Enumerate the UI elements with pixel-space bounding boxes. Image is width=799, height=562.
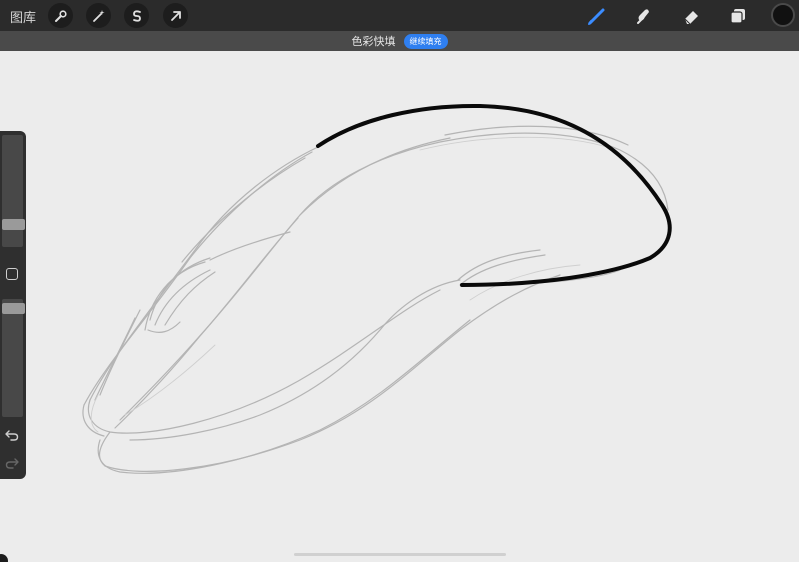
smudge-button[interactable] — [632, 4, 656, 28]
layers-button[interactable] — [726, 4, 750, 28]
smudge-icon — [637, 9, 649, 24]
color-picker-button[interactable] — [771, 3, 795, 27]
wrench-icon — [54, 9, 67, 22]
redo-icon[interactable] — [5, 457, 19, 469]
left-sidebar — [0, 131, 26, 479]
top-toolbar: 图库 — [0, 0, 799, 31]
brush-icon — [588, 8, 605, 25]
brush-size-thumb[interactable] — [2, 219, 25, 230]
magic-wand-icon — [92, 9, 105, 22]
eraser-button[interactable] — [680, 4, 704, 28]
layers-icon — [730, 9, 745, 24]
sketch-artwork — [82, 103, 672, 474]
opacity-thumb[interactable] — [2, 303, 25, 314]
continue-fill-button[interactable]: 继续填充 — [403, 33, 448, 49]
transform-button[interactable] — [163, 3, 188, 28]
drawing-canvas[interactable] — [0, 51, 799, 562]
undo-icon[interactable] — [5, 429, 19, 441]
gallery-button[interactable]: 图库 — [10, 7, 36, 26]
adjustments-button[interactable] — [86, 3, 111, 28]
banner-text: 色彩快填 — [351, 35, 396, 48]
modify-button[interactable] — [6, 268, 18, 280]
actions-button[interactable] — [48, 3, 73, 28]
colordrop-banner: 色彩快填 继续填充 — [0, 31, 799, 51]
selection-button[interactable] — [124, 3, 149, 28]
home-indicator — [294, 553, 506, 556]
eraser-icon — [684, 11, 698, 25]
opacity-slider[interactable] — [2, 299, 25, 417]
arrow-cursor-icon — [170, 10, 181, 21]
brush-button[interactable] — [585, 4, 609, 28]
brush-size-slider[interactable] — [2, 135, 25, 247]
selection-s-icon — [132, 9, 141, 22]
